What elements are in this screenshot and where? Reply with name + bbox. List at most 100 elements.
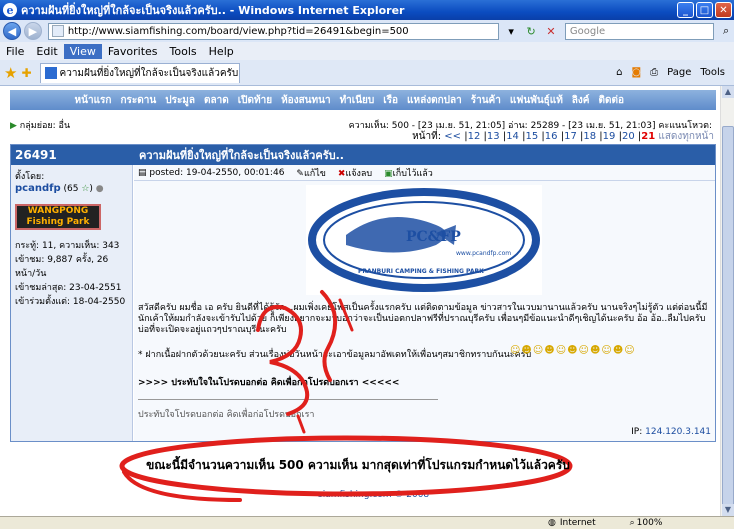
menu-bar: File Edit View Favorites Tools Help bbox=[0, 42, 734, 60]
nav-boat[interactable]: เรือ bbox=[383, 93, 398, 108]
nav-auction[interactable]: ประมูล bbox=[165, 93, 195, 108]
page-link[interactable]: 15 bbox=[525, 131, 538, 142]
post-id: 26491 bbox=[15, 148, 57, 162]
nav-chat[interactable]: ห้องสนทนา bbox=[281, 93, 330, 108]
page-link[interactable]: 20 bbox=[622, 131, 635, 142]
banner-text: PRANBURI CAMPING & FISHING PARK bbox=[358, 268, 484, 275]
page-link[interactable]: 17 bbox=[564, 131, 577, 142]
current-page: 21 bbox=[641, 131, 656, 142]
window-titlebar: e ความฝันที่ยิ่งใหญ่ที่ใกล้จะเป็นจริงแล้… bbox=[0, 0, 734, 20]
star-rank-icon: ☆ bbox=[81, 184, 90, 194]
scrollbar-thumb[interactable] bbox=[722, 126, 734, 516]
nav-fans[interactable]: แฟนพันธุ์แท้ bbox=[510, 93, 563, 108]
menu-favorites[interactable]: Favorites bbox=[102, 44, 164, 59]
save-link[interactable]: ▣เก็บไว้แล้ว bbox=[384, 166, 433, 180]
feeds-icon[interactable]: ◙ bbox=[631, 67, 641, 78]
nav-market[interactable]: ตลาด bbox=[204, 93, 229, 108]
page-link[interactable]: 12 bbox=[468, 131, 481, 142]
page-icon bbox=[51, 25, 64, 37]
page-link[interactable]: 13 bbox=[487, 131, 500, 142]
report-link[interactable]: ✖แจ้งลบ bbox=[338, 166, 372, 180]
scroll-up-icon[interactable]: ▲ bbox=[722, 86, 734, 98]
author-name[interactable]: pcandfp bbox=[15, 183, 61, 194]
signature-divider bbox=[138, 399, 438, 400]
back-button[interactable]: ◀ bbox=[3, 22, 21, 40]
author-logo: WANGPONG Fishing Park bbox=[15, 204, 101, 230]
online-status-icon: ● bbox=[95, 184, 104, 194]
page-menu[interactable]: Page bbox=[667, 67, 691, 78]
author-stat: เข้าชม: 9,887 ครั้ง, 26 หน้า/วัน bbox=[15, 255, 109, 279]
ip-address[interactable]: 124.120.3.141 bbox=[645, 427, 711, 437]
home-icon[interactable]: ⌂ bbox=[616, 67, 622, 78]
page-link[interactable]: 19 bbox=[603, 131, 616, 142]
address-input[interactable]: http://www.siamfishing.com/board/view.ph… bbox=[47, 22, 500, 40]
post-toolbar: ▤ posted: 19-04-2550, 00:01:46 ✎แก้ไข ✖แ… bbox=[134, 165, 715, 181]
pencil-icon: ✎ bbox=[296, 168, 304, 179]
nav-trunk-sale[interactable]: เปิดท้าย bbox=[238, 93, 272, 108]
page-link[interactable]: 18 bbox=[583, 131, 596, 142]
post-title: ความฝันที่ยิ่งใหญ่ที่ใกล้จะเป็นจริงแล้วค… bbox=[139, 149, 344, 162]
page-link[interactable]: 16 bbox=[545, 131, 558, 142]
ie-logo-icon: e bbox=[3, 3, 17, 17]
go-dropdown-icon[interactable]: ▾ bbox=[503, 23, 519, 39]
show-all-pages-link[interactable]: แสดงทุกหน้า bbox=[658, 131, 714, 142]
minimize-button[interactable]: _ bbox=[677, 2, 694, 18]
author-stat: เข้าร่วมตั้งแต่: 18-04-2550 bbox=[15, 297, 126, 307]
window-title: ความฝันที่ยิ่งใหญ่ที่ใกล้จะเป็นจริงแล้วค… bbox=[21, 4, 405, 17]
tools-menu[interactable]: Tools bbox=[700, 67, 725, 78]
nav-fishing-spots[interactable]: แหล่งตกปลา bbox=[407, 93, 462, 108]
site-navigation: หน้าแรก กระดาน ประมูล ตลาด เปิดท้าย ห้อง… bbox=[10, 90, 716, 110]
nav-shops[interactable]: ร้านค้า bbox=[471, 93, 501, 108]
internet-zone-icon: ◍ bbox=[548, 518, 556, 528]
stop-icon[interactable]: ✕ bbox=[543, 23, 559, 39]
forward-button[interactable]: ▶ bbox=[23, 22, 42, 40]
post-body: ▤ posted: 19-04-2550, 00:01:46 ✎แก้ไข ✖แ… bbox=[134, 165, 715, 441]
pager-label: หน้าที่: bbox=[412, 131, 442, 142]
banner-logo: PC&FP bbox=[406, 229, 461, 245]
post-paragraph: * ฝากเนื้อฝากตัวด้วยนะครับ ส่วนเรื่องบ่อ… bbox=[138, 350, 532, 360]
page-link[interactable]: 14 bbox=[506, 131, 519, 142]
edit-label: แก้ไข bbox=[303, 168, 326, 179]
zoom-level[interactable]: 100% bbox=[637, 518, 663, 528]
scroll-down-icon[interactable]: ▼ bbox=[722, 504, 734, 516]
zoom-icon[interactable]: ⌕ bbox=[630, 518, 635, 528]
arrow-icon: ▶ bbox=[10, 121, 17, 131]
status-bar: ◍ Internet ⌕ 100% bbox=[0, 516, 734, 529]
nav-links[interactable]: ลิงค์ bbox=[572, 93, 590, 108]
browser-tab[interactable]: ความฝันที่ยิ่งใหญ่ที่ใกล้จะเป็นจริงแล้วค… bbox=[39, 62, 240, 83]
site-footer[interactable]: siamfishing.com © 2008 bbox=[318, 490, 429, 500]
maximize-button[interactable]: □ bbox=[696, 2, 713, 18]
search-icon[interactable]: ⌕ bbox=[718, 23, 734, 39]
edit-link[interactable]: ✎แก้ไข bbox=[296, 166, 325, 180]
author-panel: ตั้งโดย: pcandfp (65 ☆) ● WANGPONG Fishi… bbox=[11, 165, 133, 441]
vertical-scrollbar[interactable]: ▲ ▼ bbox=[720, 86, 734, 516]
smiley-icons: ☺☻☺☻☺☻☺☻☺☻☺ bbox=[510, 345, 636, 356]
close-button[interactable]: ✕ bbox=[715, 2, 732, 18]
post-ip: IP: 124.120.3.141 bbox=[631, 427, 711, 437]
search-input[interactable]: Google bbox=[564, 22, 715, 40]
nav-contact[interactable]: ติดต่อ bbox=[599, 93, 625, 108]
refresh-icon[interactable]: ↻ bbox=[523, 23, 539, 39]
web-page: หน้าแรก กระดาน ประมูล ตลาด เปิดท้าย ห้อง… bbox=[0, 86, 720, 516]
author-stat: กระทู้: 11, ความเห็น: 343 bbox=[15, 241, 120, 251]
address-toolbar: ◀ ▶ http://www.siamfishing.com/board/vie… bbox=[0, 20, 734, 42]
nav-directory[interactable]: ทำเนียบ bbox=[340, 93, 375, 108]
menu-file[interactable]: File bbox=[0, 44, 30, 59]
add-favorites-icon[interactable]: ✚ bbox=[21, 66, 31, 80]
menu-tools[interactable]: Tools bbox=[164, 44, 203, 59]
pcfp-banner-image: PC&FP www.pcandfp.com PRANBURI CAMPING &… bbox=[306, 185, 542, 295]
menu-help[interactable]: Help bbox=[203, 44, 240, 59]
print-icon[interactable]: ⎙ bbox=[650, 67, 658, 78]
menu-view[interactable]: View bbox=[63, 43, 102, 59]
nav-home[interactable]: หน้าแรก bbox=[75, 93, 112, 108]
menu-edit[interactable]: Edit bbox=[30, 44, 63, 59]
annotation-text: ขณะนี้มีจำนวนความเห็น 500 ความเห็น มากสุ… bbox=[146, 458, 570, 472]
favorites-star-icon[interactable]: ★ bbox=[4, 64, 17, 82]
post-paragraph: สวัสดีครับ ผมชื่อ เอ ครับ ยินดีที่ได้รู้… bbox=[138, 303, 708, 335]
author-score: (65 bbox=[63, 184, 79, 194]
pager-prev[interactable]: << bbox=[444, 131, 461, 142]
author-stat: เข้าชมล่าสุด: 23-04-2551 bbox=[15, 283, 122, 293]
signature: ประทับใจโปรดบอกต่อ คิดเพื่อก่อโปรดบอกเรา bbox=[138, 410, 315, 420]
posted-date: posted: 19-04-2550, 00:01:46 bbox=[149, 167, 285, 178]
nav-board[interactable]: กระดาน bbox=[120, 93, 156, 108]
